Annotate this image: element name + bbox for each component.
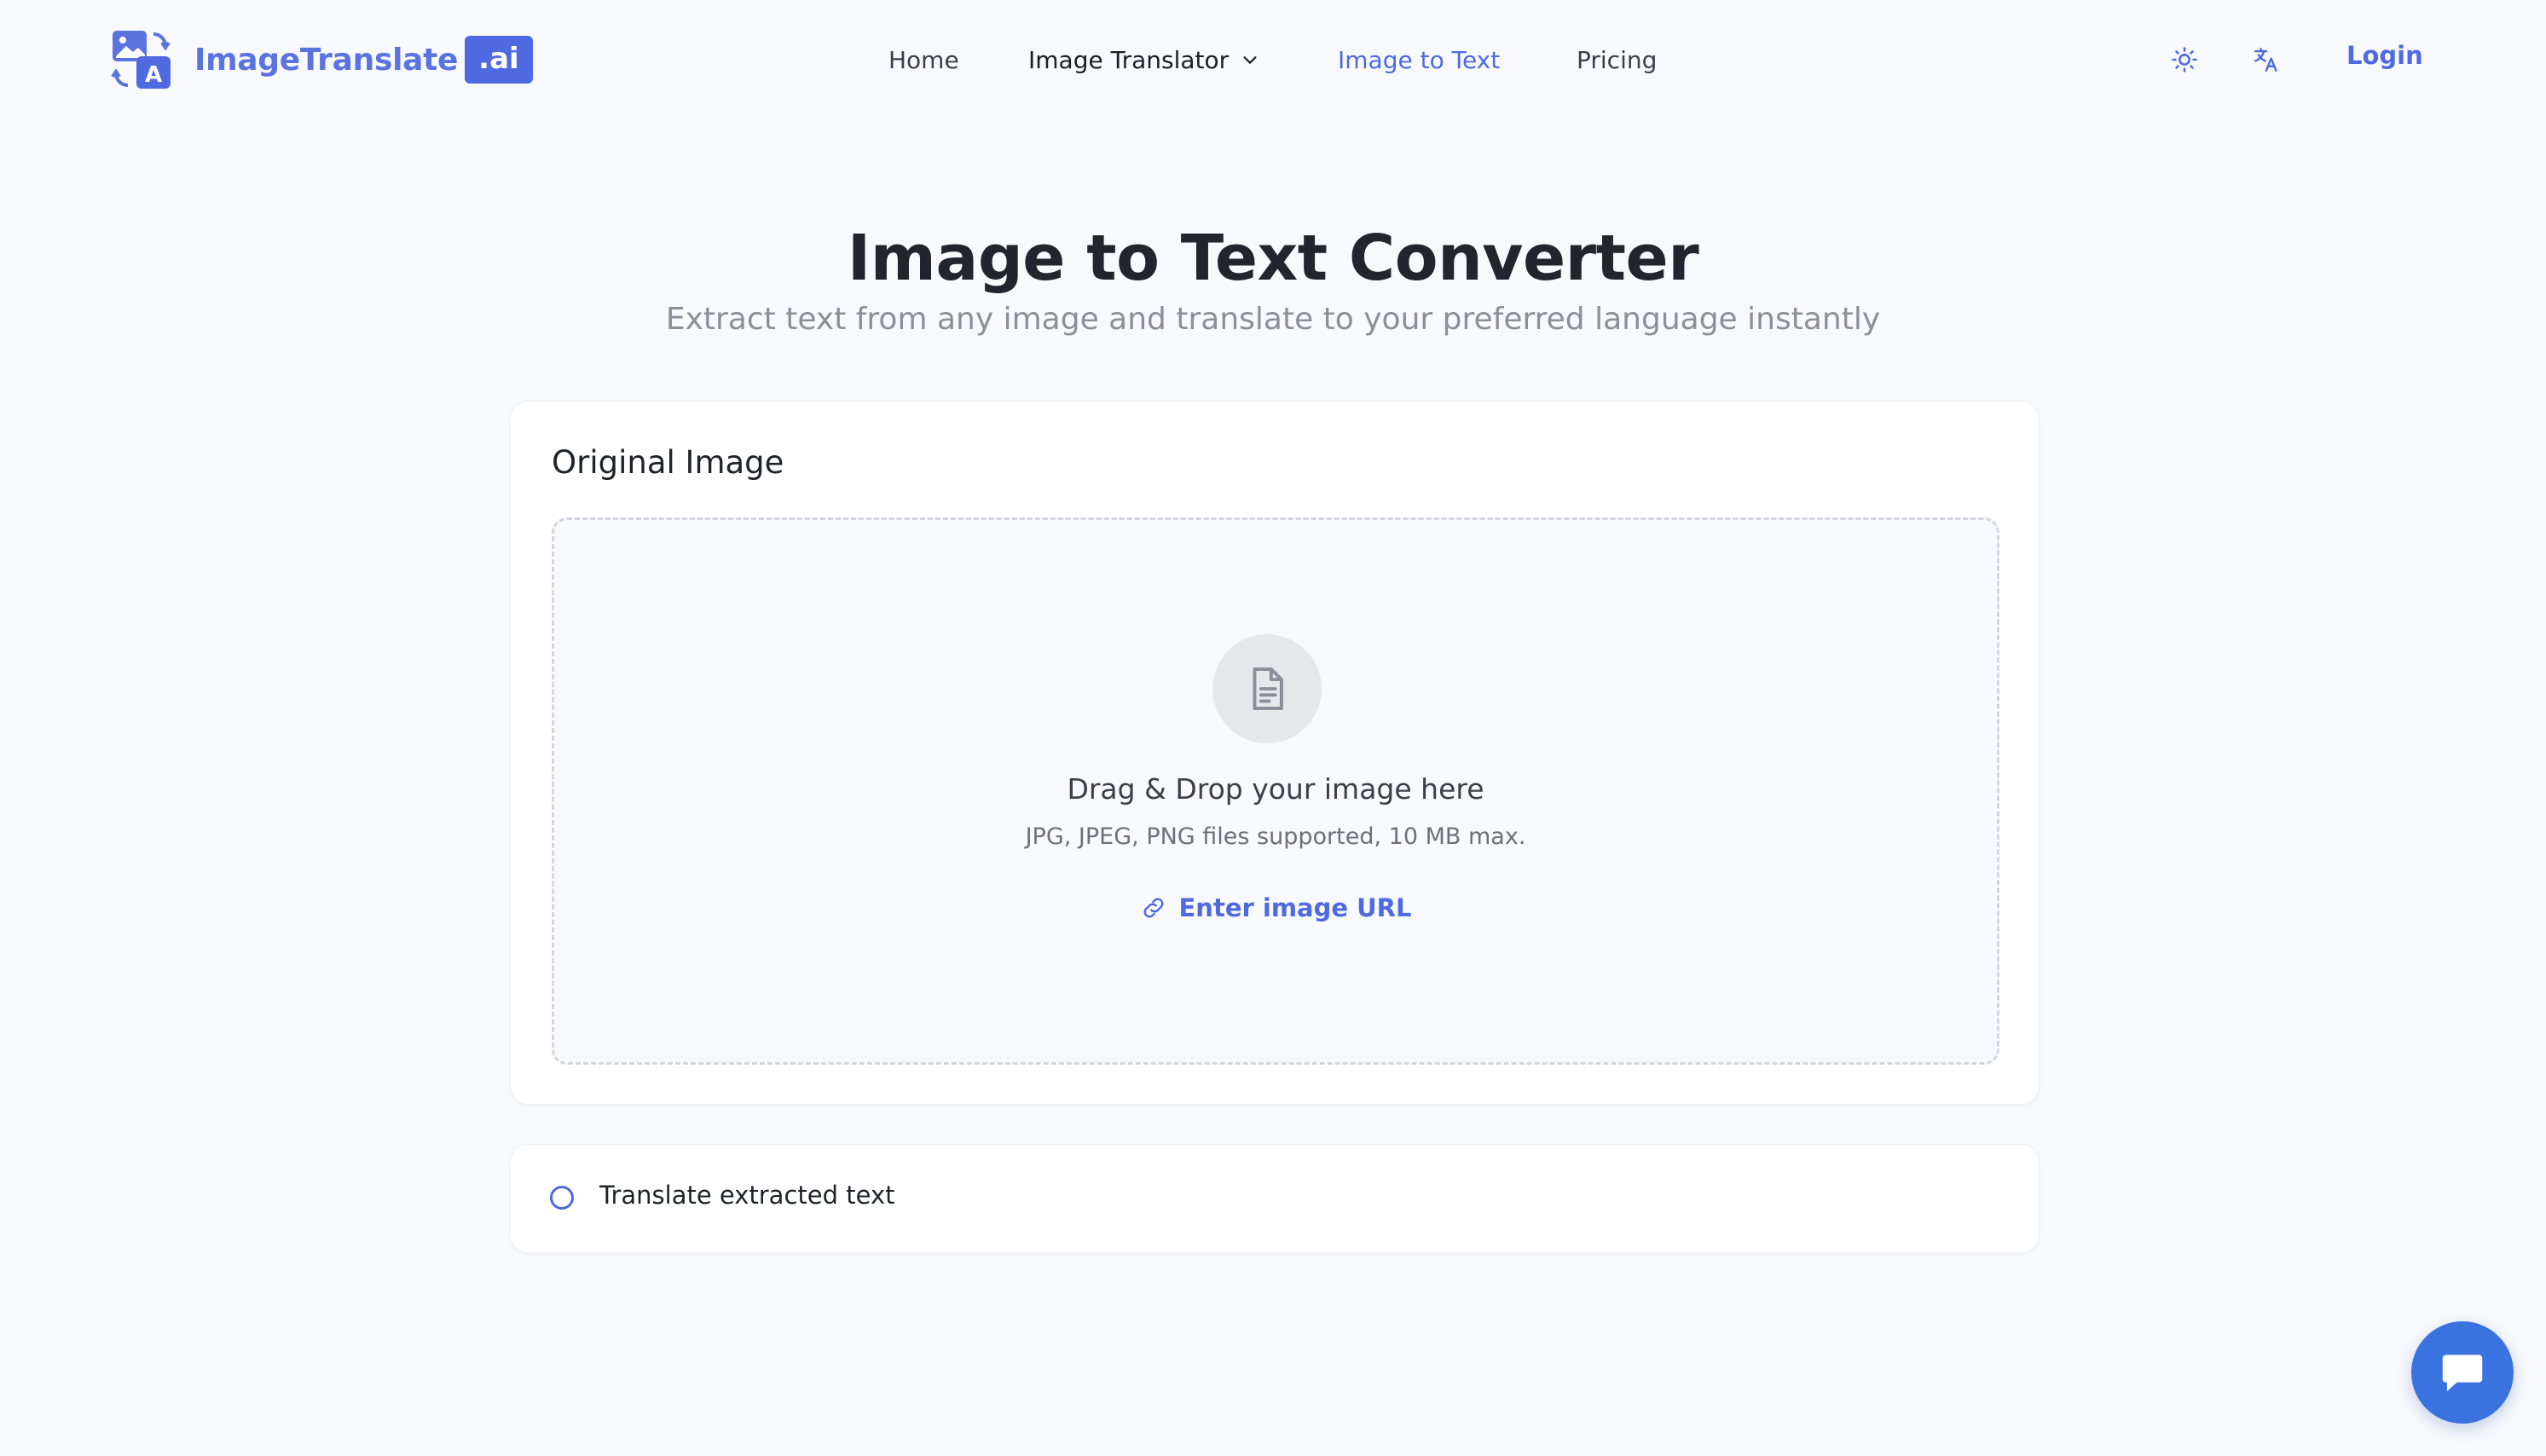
brand-name: ImageTranslate (194, 42, 459, 78)
translate-option-card: Translate extracted text (510, 1144, 2040, 1253)
dropzone-subtitle: JPG, JPEG, PNG files supported, 10 MB ma… (1025, 823, 1526, 850)
original-image-card: Original Image Drag & Drop your image he… (510, 401, 2040, 1105)
site-header: A ImageTranslate .ai Home Image Translat… (0, 0, 2546, 119)
translate-radio[interactable] (550, 1186, 574, 1210)
nav-pricing[interactable]: Pricing (1577, 46, 1657, 74)
chat-icon (2442, 1355, 2483, 1391)
logo-icon: A (111, 29, 172, 90)
card-title: Original Image (552, 444, 784, 481)
image-dropzone[interactable]: Drag & Drop your image here JPG, JPEG, P… (552, 517, 1999, 1065)
upload-icon-circle (1212, 634, 1322, 743)
theme-toggle-button[interactable] (2166, 41, 2203, 78)
link-icon (1143, 898, 1163, 918)
enter-image-url-label: Enter image URL (1178, 893, 1412, 922)
nav-home[interactable]: Home (888, 46, 959, 74)
brand-logo[interactable]: A ImageTranslate .ai (111, 29, 533, 90)
document-icon (1253, 667, 1283, 710)
dropzone-title: Drag & Drop your image here (1067, 772, 1484, 806)
page-title: Image to Text Converter (847, 221, 1699, 295)
translate-icon (2254, 48, 2277, 72)
language-button[interactable] (2248, 41, 2285, 78)
chevron-down-icon (1243, 56, 1257, 64)
sun-icon (2172, 47, 2197, 72)
brand-badge: .ai (465, 36, 533, 84)
login-link[interactable]: Login (2346, 41, 2423, 70)
svg-text:A: A (145, 62, 162, 88)
enter-image-url-link[interactable]: Enter image URL (554, 893, 1997, 922)
translate-label[interactable]: Translate extracted text (599, 1181, 894, 1210)
nav-image-translator[interactable]: Image Translator (1028, 46, 1259, 74)
nav-image-translator-label: Image Translator (1028, 45, 1230, 74)
page-subtitle: Extract text from any image and translat… (665, 302, 1881, 337)
nav-image-to-text[interactable]: Image to Text (1338, 46, 1500, 74)
chat-button[interactable] (2411, 1321, 2514, 1424)
